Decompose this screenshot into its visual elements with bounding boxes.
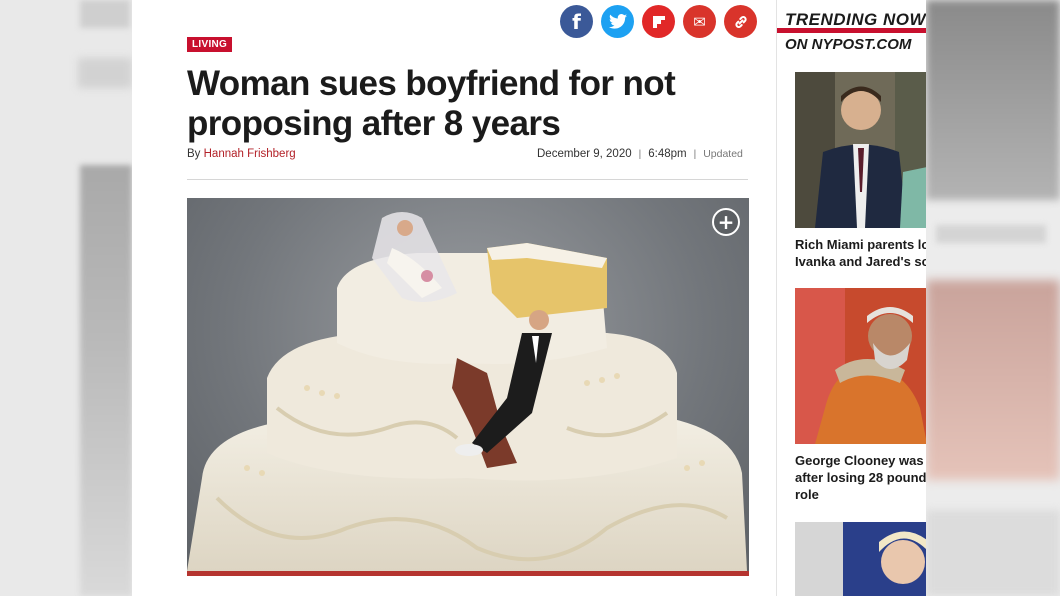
copy-link-icon[interactable] <box>724 5 757 38</box>
article-headline: Woman sues boyfriend for not proposing a… <box>187 64 676 143</box>
trending-thumbnail[interactable] <box>795 288 926 444</box>
article-hero-image[interactable]: + <box>187 198 749 571</box>
by-label: By <box>187 148 201 160</box>
woman-portrait-photo <box>795 522 926 596</box>
email-share-icon[interactable]: ✉ <box>683 5 716 38</box>
publish-date: December 9, 2020 <box>537 148 632 160</box>
byline: By Hannah Frishberg <box>187 148 296 160</box>
blurred-left-background <box>0 0 132 596</box>
trending-item-title[interactable]: George Clooney was after losing 28 pound… <box>795 452 926 503</box>
man-in-orange-jacket-photo <box>795 288 926 444</box>
trending-item-title[interactable]: Rich Miami parents lo Ivanka and Jared's… <box>795 236 926 270</box>
blurred-right-background <box>926 0 1060 596</box>
trending-heading: TRENDING NOW <box>785 10 926 29</box>
trending-thumbnail[interactable] <box>795 522 926 596</box>
section-tag[interactable]: LIVING <box>187 37 233 52</box>
updated-label: Updated <box>703 148 743 160</box>
share-bar: f ✉ <box>560 5 757 38</box>
publish-meta: December 9, 2020 | 6:48pm | Updated <box>537 148 743 160</box>
facebook-share-icon[interactable]: f <box>560 5 593 38</box>
trending-thumbnail[interactable] <box>795 72 926 228</box>
meta-separator: | <box>638 148 642 160</box>
twitter-share-icon[interactable] <box>601 5 634 38</box>
publish-time: 6:48pm <box>648 148 687 160</box>
link-chain-icon <box>734 15 747 28</box>
divider <box>187 179 748 180</box>
author-link[interactable]: Hannah Frishberg <box>204 148 296 160</box>
trending-subheading: ON NYPOST.COM <box>785 36 912 53</box>
twitter-bird-icon <box>608 14 627 29</box>
image-caption-bar <box>187 571 749 576</box>
flipboard-logo-icon <box>652 15 665 28</box>
meta-separator: | <box>693 148 697 160</box>
trending-sidebar: TRENDING NOW ON NYPOST.COM Rich Miami pa… <box>776 0 926 596</box>
flipboard-share-icon[interactable] <box>642 5 675 38</box>
broken-wedding-cake-illustration <box>187 212 747 571</box>
trending-accent-bar <box>777 28 926 33</box>
man-in-suit-photo <box>795 72 926 228</box>
expand-image-icon[interactable]: + <box>712 208 740 236</box>
article-column: f ✉ LIVING Woman sues boyfriend for not … <box>132 0 776 596</box>
